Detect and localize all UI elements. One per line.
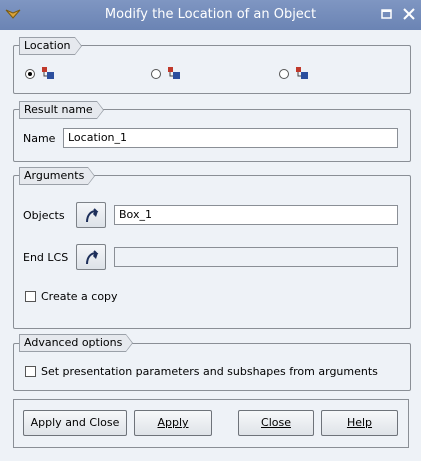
name-field[interactable]: Location_1 (63, 128, 398, 148)
title-bar: Modify the Location of an Object (0, 0, 421, 30)
selection-arrow-icon (86, 250, 99, 265)
create-copy-checkbox[interactable] (25, 291, 36, 302)
window-title: Modify the Location of an Object (104, 7, 317, 22)
result-name-group-label: Result name (19, 101, 104, 119)
maximize-icon[interactable] (380, 7, 394, 21)
location-radio-1[interactable] (25, 69, 35, 79)
location-radio-2[interactable] (151, 69, 161, 79)
close-button[interactable]: Close (238, 410, 314, 436)
objects-select-button[interactable] (76, 202, 106, 228)
help-button[interactable]: Help (321, 410, 398, 436)
set-presentation-checkbox[interactable] (25, 366, 36, 377)
objects-field[interactable]: Box_1 (114, 205, 398, 225)
location-radio-3[interactable] (279, 69, 289, 79)
shape-icon (42, 67, 54, 79)
shape-icon (168, 67, 180, 79)
location-group-label: Location (19, 37, 82, 55)
create-copy-label: Create a copy (41, 290, 118, 303)
selection-arrow-icon (86, 208, 99, 223)
close-icon[interactable] (402, 7, 416, 21)
advanced-options-group-label: Advanced options (19, 334, 134, 352)
apply-button[interactable]: Apply (134, 410, 212, 436)
apply-and-close-button[interactable]: Apply and Close (23, 410, 127, 436)
set-presentation-label: Set presentation parameters and subshape… (41, 365, 378, 378)
objects-label: Objects (23, 209, 65, 222)
arguments-group-label: Arguments (19, 167, 96, 185)
name-label: Name (23, 132, 56, 145)
dialog-window: Modify the Location of an Object Locatio… (0, 0, 421, 461)
end-lcs-label: End LCS (23, 251, 69, 264)
end-lcs-field[interactable] (114, 247, 398, 267)
shape-icon (296, 67, 308, 79)
end-lcs-select-button[interactable] (76, 244, 106, 270)
